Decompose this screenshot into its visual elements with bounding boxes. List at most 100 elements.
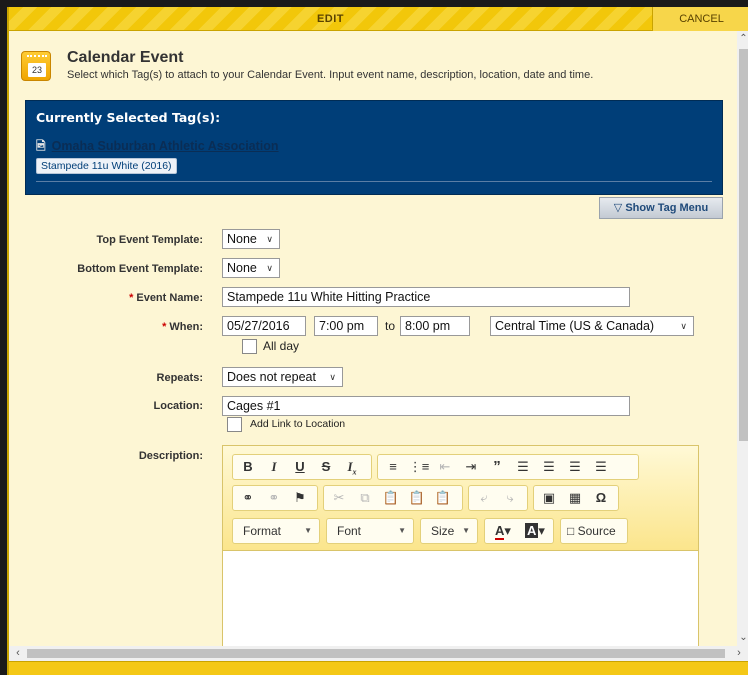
end-time-input[interactable]: 8:00 pm: [400, 316, 470, 336]
unlink-icon[interactable]: ⚭: [262, 486, 286, 510]
color-group: A▾ A ▾: [484, 518, 554, 544]
format-dropdown[interactable]: Format ▼: [232, 518, 320, 544]
chevron-down-icon: ∨: [266, 234, 273, 244]
description-label: Description:: [138, 450, 203, 462]
increase-indent-icon[interactable]: ⇥: [459, 455, 483, 479]
source-icon: □: [567, 524, 575, 538]
background-color-icon[interactable]: A ▾: [520, 519, 550, 543]
link-group: ⚭ ⚭ ⚑: [232, 485, 318, 511]
page-title: Calendar Event: [67, 49, 184, 66]
justify-icon[interactable]: ☰: [589, 455, 613, 479]
when-label: * When:: [162, 321, 203, 333]
text-style-group: B I U S Ix: [232, 454, 372, 480]
organization-link[interactable]: 🖻 Omaha Suburban Athletic Association: [36, 137, 279, 158]
image-icon[interactable]: ▣: [537, 486, 561, 510]
triangle-down-icon: ▽: [613, 202, 623, 214]
organization-name[interactable]: Omaha Suburban Athletic Association: [52, 139, 279, 153]
repeats-label: Repeats:: [156, 372, 203, 384]
add-link-checkbox[interactable]: [227, 417, 242, 432]
start-time-input[interactable]: 7:00 pm: [314, 316, 378, 336]
to-label: to: [385, 319, 396, 333]
paragraph-group: ≡ ⋮≡ ⇤ ⇥ ” ☰ ☰ ☰ ☰: [377, 454, 639, 480]
cut-icon[interactable]: ✂: [327, 486, 351, 510]
paste-word-icon[interactable]: 📋: [431, 486, 455, 510]
vertical-scrollbar[interactable]: ⌃ ⌄: [737, 31, 748, 646]
scroll-right-icon[interactable]: ›: [732, 646, 746, 661]
add-link-label: Add Link to Location: [250, 418, 346, 430]
event-name-label: * Event Name:: [129, 292, 203, 304]
selected-tags-panel: Currently Selected Tag(s): 🖻 Omaha Suburb…: [25, 100, 723, 195]
chevron-down-icon: ∨: [329, 372, 336, 382]
location-input[interactable]: Cages #1: [222, 396, 630, 416]
remove-format-icon[interactable]: Ix: [340, 455, 364, 479]
description-editor: B I U S Ix ≡ ⋮≡ ⇤ ⇥ ” ☰ ☰ ☰ ☰ ⚭ ⚭ ⚑ ✂ ⧉ …: [222, 445, 699, 646]
selected-tags-title: Currently Selected Tag(s):: [36, 110, 221, 125]
insert-group: ▣ ▦ Ω: [533, 485, 619, 511]
timezone-select[interactable]: Central Time (US & Canada) ∨: [490, 316, 694, 336]
location-label: Location:: [153, 400, 204, 412]
strikethrough-icon[interactable]: S: [314, 455, 338, 479]
dialog-content: 23 Calendar Event Select which Tag(s) to…: [9, 31, 737, 646]
editor-toolbar: B I U S Ix ≡ ⋮≡ ⇤ ⇥ ” ☰ ☰ ☰ ☰ ⚭ ⚭ ⚑ ✂ ⧉ …: [223, 446, 698, 551]
table-icon[interactable]: ▦: [563, 486, 587, 510]
event-name-input[interactable]: Stampede 11u White Hitting Practice: [222, 287, 630, 307]
edit-title: EDIT: [316, 13, 345, 25]
special-char-icon[interactable]: Ω: [589, 486, 613, 510]
italic-icon[interactable]: I: [262, 455, 286, 479]
redo-icon[interactable]: ⤷: [498, 486, 522, 510]
bold-icon[interactable]: B: [236, 455, 260, 479]
show-tag-menu-label: Show Tag Menu: [625, 202, 709, 214]
font-dropdown[interactable]: Font ▼: [326, 518, 414, 544]
numbered-list-icon[interactable]: ≡: [381, 455, 405, 479]
all-day-checkbox[interactable]: [242, 339, 257, 354]
bottom-bar: [9, 661, 748, 675]
bottom-template-label: Bottom Event Template:: [77, 263, 203, 275]
dialog-frame: EDIT CANCEL 23 Calendar Event Select whi…: [7, 7, 748, 675]
calendar-icon: 23: [21, 51, 51, 81]
source-button[interactable]: □ Source: [560, 518, 628, 544]
vertical-scroll-thumb[interactable]: [739, 49, 748, 441]
show-tag-menu-button[interactable]: ▽ Show Tag Menu: [599, 197, 723, 219]
date-input[interactable]: 05/27/2016: [222, 316, 306, 336]
top-template-select[interactable]: None ∨: [222, 229, 280, 249]
horizontal-scroll-thumb[interactable]: [27, 649, 725, 658]
organization-icon: 🖻: [36, 139, 46, 153]
chevron-down-icon: ∨: [680, 321, 687, 331]
decrease-indent-icon[interactable]: ⇤: [433, 455, 457, 479]
cancel-button[interactable]: CANCEL: [652, 7, 748, 31]
bottom-template-select[interactable]: None ∨: [222, 258, 280, 278]
top-template-label: Top Event Template:: [96, 234, 203, 246]
scroll-left-icon[interactable]: ‹: [11, 646, 25, 661]
align-left-icon[interactable]: ☰: [511, 455, 535, 479]
bulleted-list-icon[interactable]: ⋮≡: [407, 455, 431, 479]
paste-icon[interactable]: 📋: [379, 486, 403, 510]
scroll-down-icon[interactable]: ⌄: [737, 630, 748, 646]
undo-icon[interactable]: ⤶: [472, 486, 496, 510]
chevron-down-icon: ▼: [462, 526, 470, 535]
align-center-icon[interactable]: ☰: [537, 455, 561, 479]
anchor-flag-icon[interactable]: ⚑: [288, 486, 312, 510]
size-dropdown[interactable]: Size ▼: [420, 518, 478, 544]
editor-body[interactable]: [223, 552, 698, 646]
tag-chip[interactable]: Stampede 11u White (2016): [36, 158, 177, 174]
blockquote-icon[interactable]: ”: [485, 455, 509, 479]
page-subtitle: Select which Tag(s) to attach to your Ca…: [67, 69, 594, 81]
tag-divider: [36, 181, 712, 182]
text-color-icon[interactable]: A▾: [488, 519, 518, 543]
link-icon[interactable]: ⚭: [236, 486, 260, 510]
horizontal-scrollbar[interactable]: ‹ ›: [9, 646, 748, 661]
scroll-up-icon[interactable]: ⌃: [737, 31, 748, 47]
clipboard-group: ✂ ⧉ 📋 📋 📋: [323, 485, 463, 511]
chevron-down-icon: ∨: [266, 263, 273, 273]
repeats-select[interactable]: Does not repeat ∨: [222, 367, 343, 387]
top-bar: EDIT CANCEL: [9, 7, 748, 31]
undo-group: ⤶ ⤷: [468, 485, 528, 511]
paste-text-icon[interactable]: 📋: [405, 486, 429, 510]
chevron-down-icon: ▼: [304, 526, 312, 535]
underline-icon[interactable]: U: [288, 455, 312, 479]
all-day-label: All day: [263, 339, 300, 353]
copy-icon[interactable]: ⧉: [353, 486, 377, 510]
align-right-icon[interactable]: ☰: [563, 455, 587, 479]
calendar-icon-day: 23: [28, 63, 46, 77]
chevron-down-icon: ▼: [398, 526, 406, 535]
